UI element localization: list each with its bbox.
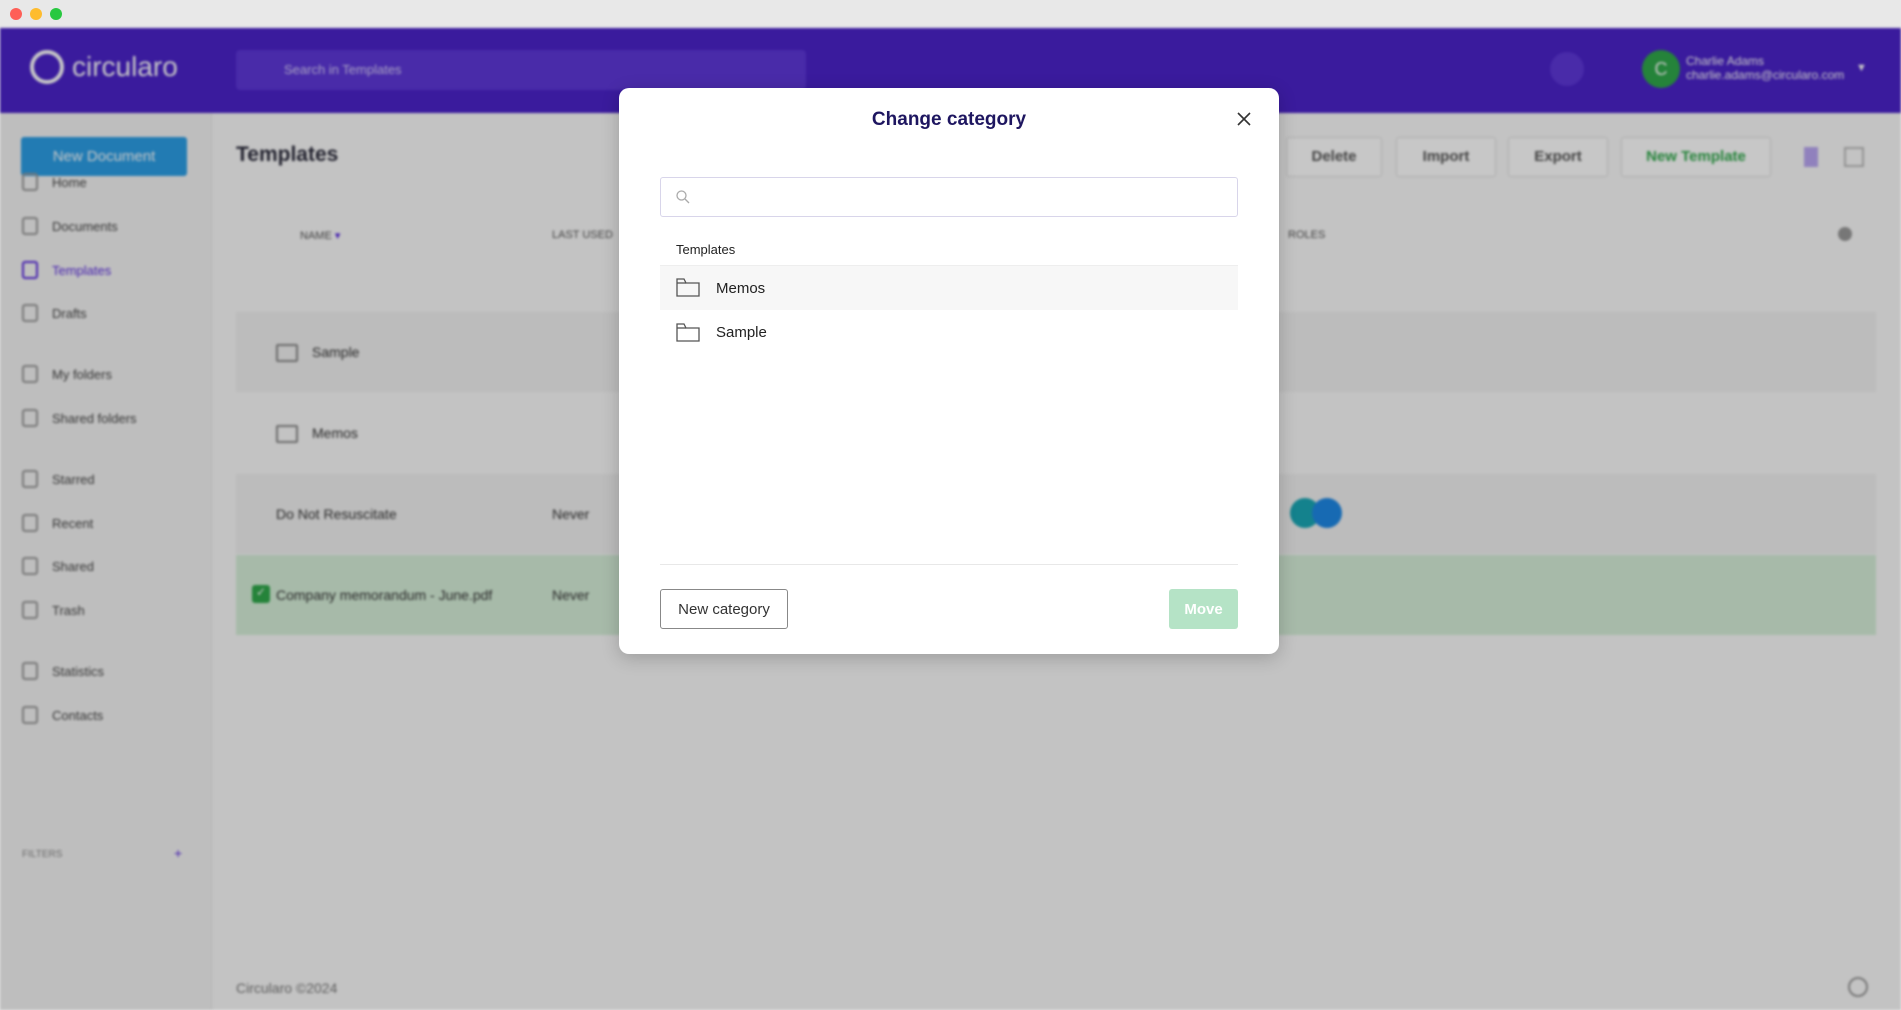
- sidebar-item-label: Templates: [52, 262, 112, 278]
- trash-icon: [22, 601, 38, 619]
- grid-view-icon[interactable]: [1844, 147, 1864, 167]
- page-title: Templates: [236, 143, 339, 166]
- import-button[interactable]: Import: [1396, 137, 1496, 177]
- move-button[interactable]: Move: [1169, 589, 1238, 629]
- sidebar-item-my-folders[interactable]: My folders: [22, 365, 112, 383]
- bell-icon[interactable]: [1550, 52, 1584, 86]
- row-name: Sample: [312, 344, 360, 360]
- sidebar-item-drafts[interactable]: Drafts: [22, 304, 87, 322]
- divider: [660, 564, 1238, 565]
- folder-icon: [276, 344, 298, 363]
- user-name: Charlie Adams: [1686, 54, 1765, 68]
- home-icon: [22, 173, 38, 191]
- column-header-last-used[interactable]: LAST USED: [552, 229, 613, 241]
- dialog-title: Change category: [871, 109, 1027, 130]
- close-window-button[interactable]: [10, 8, 22, 20]
- category-item-sample[interactable]: Sample: [660, 310, 1238, 355]
- new-template-button[interactable]: New Template: [1621, 137, 1771, 177]
- folder-icon: [676, 278, 700, 297]
- sidebar-item-documents[interactable]: Documents: [22, 217, 118, 235]
- star-icon: [22, 470, 38, 488]
- sort-down-icon: ▾: [334, 230, 341, 242]
- delete-button[interactable]: Delete: [1286, 137, 1382, 177]
- row-checkbox[interactable]: ✓: [252, 585, 270, 603]
- template-icon: [22, 261, 38, 279]
- sidebar-item-label: My folders: [52, 366, 112, 382]
- brand-name: circularo: [72, 51, 178, 82]
- sidebar-item-starred[interactable]: Starred: [22, 470, 95, 488]
- sidebar-item-recent[interactable]: Recent: [22, 514, 93, 532]
- contacts-icon: [22, 706, 38, 724]
- row-name: Memos: [312, 425, 358, 441]
- new-document-button[interactable]: New Document: [21, 137, 187, 176]
- sidebar-item-statistics[interactable]: Statistics: [22, 662, 104, 680]
- row-last-used: Never: [552, 587, 590, 603]
- new-category-button[interactable]: New category: [660, 589, 788, 629]
- sidebar-item-contacts[interactable]: Contacts: [22, 706, 103, 724]
- minimize-window-button[interactable]: [30, 8, 42, 20]
- logo-icon: [30, 50, 64, 84]
- clock-icon: [22, 514, 38, 532]
- close-icon[interactable]: [1233, 108, 1255, 130]
- category-label: Memos: [716, 279, 766, 297]
- category-item-memos[interactable]: Memos: [660, 265, 1238, 310]
- help-icon[interactable]: [1848, 977, 1868, 997]
- column-header-roles: ROLES: [1288, 229, 1326, 241]
- document-icon: [22, 217, 38, 235]
- sidebar-item-label: Home: [52, 174, 87, 190]
- gear-icon[interactable]: [1838, 227, 1852, 241]
- change-category-dialog: Change category Templates Memos Sample N…: [619, 88, 1279, 654]
- category-search-input[interactable]: [660, 177, 1238, 217]
- user-email: charlie.adams@circularo.com: [1686, 68, 1845, 82]
- sidebar-item-label: Recent: [52, 515, 94, 531]
- section-label: Templates: [676, 242, 736, 257]
- sidebar-item-label: Starred: [52, 471, 95, 487]
- folder-icon: [22, 365, 38, 383]
- share-icon: [22, 557, 38, 575]
- row-last-used: Never: [552, 506, 590, 522]
- category-label: Sample: [716, 324, 767, 341]
- chart-icon: [22, 662, 38, 680]
- folder-icon: [676, 322, 700, 342]
- filters-label: FILTERS: [22, 849, 63, 860]
- export-button[interactable]: Export: [1508, 137, 1608, 177]
- column-label: NAME: [300, 230, 332, 242]
- row-name: Do Not Resuscitate: [276, 506, 397, 522]
- sidebar-item-label: Trash: [52, 602, 85, 618]
- search-icon: [676, 190, 690, 204]
- logo[interactable]: circularo: [30, 50, 178, 84]
- global-search-input[interactable]: Search in Templates: [236, 50, 806, 90]
- sidebar-item-label: Shared folders: [52, 410, 137, 426]
- row-name: Company memorandum - June.pdf: [276, 587, 493, 603]
- sidebar-item-shared-folders[interactable]: Shared folders: [22, 409, 137, 427]
- sidebar-item-home[interactable]: Home: [22, 173, 87, 191]
- sidebar-item-trash[interactable]: Trash: [22, 601, 85, 619]
- sidebar-item-label: Documents: [52, 218, 118, 234]
- folder-icon: [276, 425, 298, 444]
- footer-copyright: Circularo ©2024: [236, 980, 338, 996]
- shared-folder-icon: [22, 409, 38, 427]
- sidebar-item-shared[interactable]: Shared: [22, 557, 94, 575]
- user-info[interactable]: Charlie Adams charlie.adams@circularo.com: [1686, 54, 1844, 82]
- chevron-down-icon[interactable]: ▼: [1856, 62, 1867, 74]
- sidebar-item-label: Contacts: [52, 707, 104, 723]
- list-view-icon[interactable]: [1804, 147, 1818, 167]
- sidebar-item-templates[interactable]: Templates: [22, 261, 111, 279]
- add-filter-button[interactable]: +: [174, 845, 182, 861]
- sidebar-item-label: Statistics: [52, 663, 105, 679]
- sidebar-item-label: Drafts: [52, 305, 87, 321]
- maximize-window-button[interactable]: [50, 8, 62, 20]
- avatar: [1312, 498, 1342, 528]
- sidebar: New Document Home Documents Templates Dr…: [0, 113, 212, 1010]
- column-header-name[interactable]: NAME ▾: [300, 229, 340, 242]
- sidebar-item-label: Shared: [52, 558, 94, 574]
- avatar[interactable]: C: [1642, 50, 1680, 88]
- edit-icon: [22, 304, 38, 322]
- window-titlebar: [0, 0, 1901, 28]
